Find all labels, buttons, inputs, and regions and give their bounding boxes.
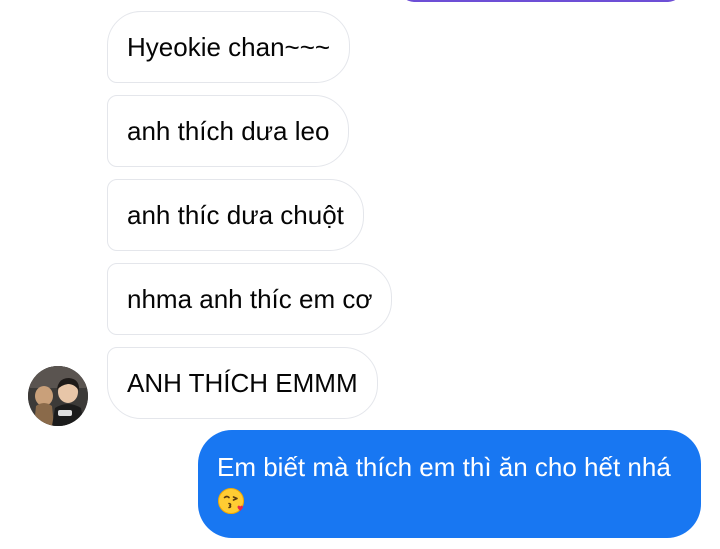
sent-message-bubble[interactable]: Em biết mà thích em thì ăn cho hết nhá	[198, 430, 701, 538]
chat-thread: Hyeokie chan~~~ anh thích dưa leo anh th…	[0, 0, 720, 549]
previous-sent-bubble-edge[interactable]	[400, 0, 682, 2]
message-text: Em biết mà thích em thì ăn cho hết nhá	[217, 452, 671, 482]
avatar[interactable]	[28, 366, 88, 426]
avatar-photo	[28, 366, 88, 426]
message-text: ANH THÍCH EMMM	[127, 368, 358, 398]
received-message-bubble[interactable]: Hyeokie chan~~~	[107, 11, 351, 83]
message-text: nhma anh thíc em cơ	[127, 284, 373, 314]
received-message-bubble[interactable]: ANH THÍCH EMMM	[107, 347, 378, 419]
received-message-bubble[interactable]: nhma anh thíc em cơ	[107, 263, 393, 335]
message-text: anh thích dưa leo	[127, 116, 330, 146]
received-message-bubble[interactable]: anh thích dưa leo	[107, 95, 350, 167]
message-text: Hyeokie chan~~~	[127, 32, 331, 62]
received-message-bubble[interactable]: anh thíc dưa chuột	[107, 179, 364, 251]
message-text: anh thíc dưa chuột	[127, 200, 344, 230]
kissing-face-with-heart-icon	[217, 487, 245, 523]
